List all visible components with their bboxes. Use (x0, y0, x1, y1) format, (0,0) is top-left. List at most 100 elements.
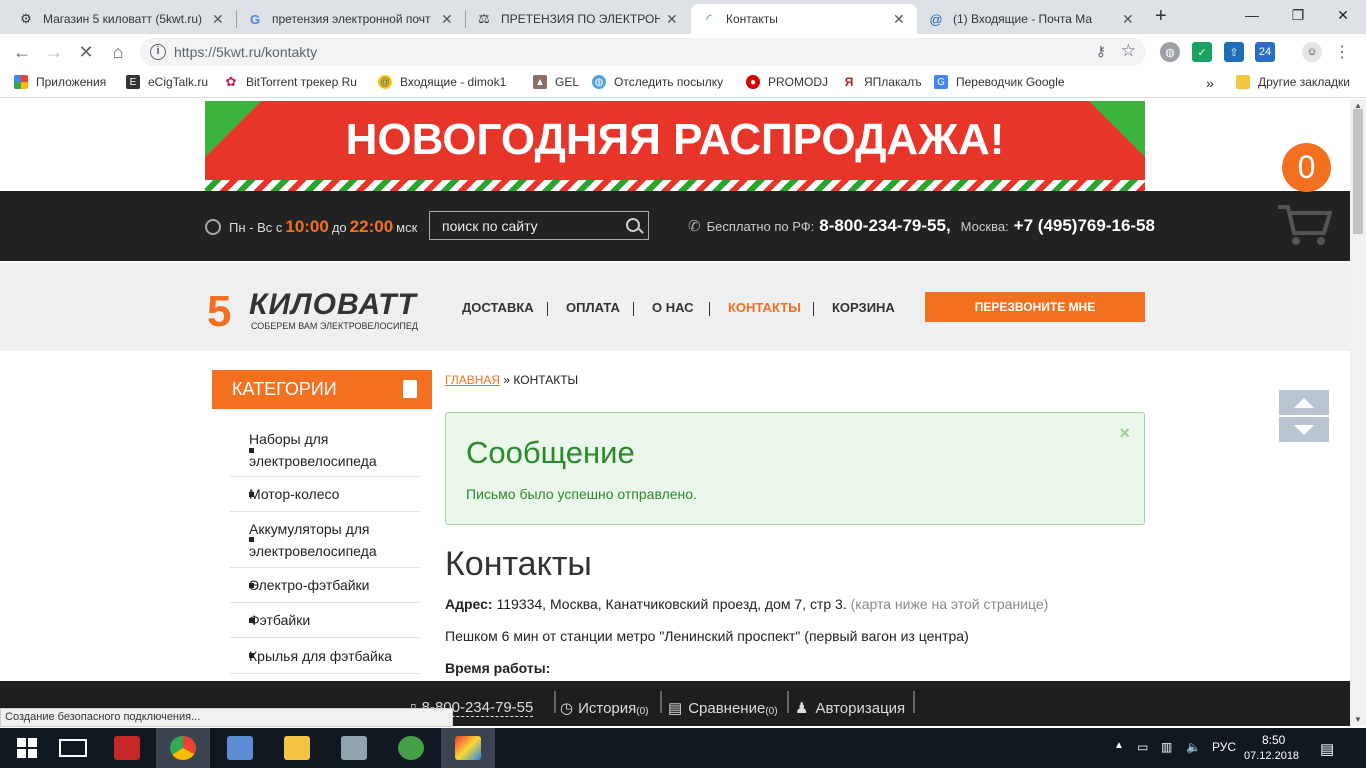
volume-icon[interactable]: 🔈 (1186, 740, 1201, 754)
badge-extension-icon[interactable]: 24 (1255, 42, 1275, 62)
scroll-up-button[interactable] (1279, 390, 1329, 415)
categories-header[interactable]: КАТЕГОРИИ (212, 370, 432, 409)
bookmark-promodj[interactable]: ● PROMODJ (746, 75, 828, 89)
taskbar-app-save[interactable] (100, 728, 154, 768)
nav-delivery[interactable]: ДОСТАВКА (462, 300, 534, 315)
category-item[interactable]: Наборы для электровелосипеда (230, 424, 420, 477)
clock-date[interactable]: 07.12.2018 (1244, 750, 1299, 762)
tab-title: Магазин 5 киловатт (5kwt.ru) (43, 12, 203, 26)
network-icon[interactable]: ▥ (1161, 740, 1172, 754)
stop-button[interactable]: ✕ (70, 34, 102, 70)
info-icon[interactable]: i (150, 44, 166, 60)
taskbar-app-chrome[interactable] (156, 728, 210, 768)
close-tab-icon[interactable]: ✕ (1122, 11, 1136, 28)
address-bar[interactable]: i https://5kwt.ru/kontakty ⚷ ☆ (140, 38, 1146, 66)
site-logo[interactable]: 5 КИЛОВАТТ СОБЕРЕМ ВАМ ЭЛЕКТРОВЕЛОСИПЕД (207, 287, 423, 336)
search-icon[interactable] (626, 218, 640, 232)
close-tab-icon[interactable]: ✕ (212, 11, 226, 28)
taskbar-app-explorer[interactable] (270, 728, 324, 768)
page-title: Контакты (445, 545, 592, 583)
new-tab-button[interactable]: + (1155, 5, 1167, 28)
bookmark-ecigtalk[interactable]: E eCigTalk.ru (126, 75, 208, 89)
moscow-phone-number[interactable]: +7 (495)769-16-58 (1014, 216, 1155, 236)
menu-dots-icon[interactable]: ⋮ (1334, 42, 1350, 62)
breadcrumb-home-link[interactable]: ГЛАВНАЯ (445, 373, 500, 387)
category-item[interactable]: Крылья для фэтбайка (230, 638, 420, 674)
tab-title: ПРЕТЕНЗИЯ ПО ЭЛЕКТРОННО (501, 12, 660, 26)
nav-contacts[interactable]: КОНТАКТЫ (728, 300, 801, 315)
category-item[interactable]: Мотор-колесо (230, 477, 420, 512)
tab-5kwt-shop[interactable]: ⚙ Магазин 5 киловатт (5kwt.ru) ✕ (8, 4, 236, 34)
task-view-button[interactable] (46, 728, 100, 768)
star-icon[interactable]: ☆ (1121, 41, 1136, 61)
minimize-button[interactable]: — (1229, 0, 1275, 30)
globe-extension-icon[interactable]: ◍ (1160, 42, 1180, 62)
tab-google-search[interactable]: G претензия электронной почт ✕ (237, 4, 465, 34)
free-phone-number[interactable]: 8-800-234-79-55, (819, 216, 950, 236)
tab-pretension[interactable]: ⚖ ПРЕТЕНЗИЯ ПО ЭЛЕКТРОННО ✕ (466, 4, 690, 34)
nav-cart[interactable]: КОРЗИНА (832, 300, 895, 315)
callback-button[interactable]: ПЕРЕЗВОНИТЕ МНЕ (925, 292, 1145, 322)
shield-extension-icon[interactable]: ✓ (1192, 42, 1212, 62)
bookmark-bittorrent[interactable]: ✿ BitTorrent трекер Ru (224, 74, 357, 89)
clock-time[interactable]: 8:50 (1262, 733, 1285, 747)
nav-about[interactable]: О НАС (652, 300, 694, 315)
search-input[interactable] (430, 212, 610, 239)
history-link[interactable]: ◷ История (0) (560, 699, 649, 718)
bookmark-gel[interactable]: ▲ GEL (533, 75, 579, 89)
phone-numbers: ✆ Бесплатно по РФ: 8-800-234-79-55, Моск… (688, 216, 1155, 236)
auth-link[interactable]: ♟ Авторизация (795, 699, 905, 718)
category-item[interactable]: Фэтбайки (230, 603, 420, 638)
other-bookmarks[interactable]: Другие закладки (1236, 75, 1350, 89)
language-indicator[interactable]: РУС (1212, 740, 1236, 754)
taskbar-app-globe[interactable] (384, 728, 438, 768)
cart-icon[interactable] (1276, 203, 1332, 247)
tray-expand-icon[interactable]: ▲ (1114, 740, 1124, 751)
category-item[interactable]: Аккумуляторы для электровелосипеда (230, 512, 420, 568)
profile-avatar-icon[interactable]: ☺ (1302, 42, 1322, 62)
close-tab-icon[interactable]: ✕ (893, 11, 907, 28)
back-button[interactable]: ← (6, 34, 38, 70)
key-icon[interactable]: ⚷ (1096, 43, 1106, 60)
close-tab-icon[interactable]: ✕ (666, 11, 680, 28)
scroll-down-button[interactable] (1279, 417, 1329, 442)
battery-icon[interactable]: ▭ (1137, 740, 1148, 754)
nav-payment[interactable]: ОПЛАТА (566, 300, 620, 315)
compare-link[interactable]: ▤ Сравнение (0) (668, 699, 778, 718)
compare-label: Сравнение (688, 699, 766, 717)
bookmark-translate[interactable]: G Переводчик Google (934, 75, 1065, 89)
taskbar-app-paint[interactable] (441, 728, 495, 768)
tab-mail[interactable]: @ (1) Входящие - Почта Ма ✕ (918, 4, 1146, 34)
tab-contacts[interactable]: ◜ Контакты ✕ (691, 4, 917, 34)
taskbar-app-monitor[interactable] (327, 728, 381, 768)
message-close-button[interactable]: × (1119, 423, 1130, 444)
bookmark-inbox[interactable]: @ Входящие - dimok1 (378, 75, 506, 89)
page-viewport: НОВОГОДНЯЯ РАСПРОДАЖА! Пн - Вс с 10:00 д… (0, 99, 1350, 726)
bookmark-yaplakal[interactable]: Я ЯПлакалъ (842, 75, 922, 89)
taskbar-app-computer[interactable] (213, 728, 267, 768)
notifications-icon[interactable]: ▤ (1320, 740, 1334, 758)
bookmark-label: Приложения (36, 75, 107, 89)
close-tab-icon[interactable]: ✕ (441, 11, 455, 28)
scroll-down-arrow-icon[interactable]: ▼ (1354, 715, 1362, 724)
scrollbar-thumb[interactable] (1353, 109, 1363, 234)
message-text: Письмо было успешно отправлено. (466, 486, 697, 502)
page-scrollbar[interactable]: ▲ ▼ (1350, 99, 1366, 726)
close-window-button[interactable]: ✕ (1320, 0, 1366, 30)
cart-count-badge[interactable]: 0 (1282, 143, 1331, 192)
bookmark-track[interactable]: ◍ Отследить посылку (592, 75, 723, 89)
bookmarks-more-button[interactable]: » (1206, 75, 1214, 91)
sale-banner[interactable]: НОВОГОДНЯЯ РАСПРОДАЖА! (205, 101, 1145, 191)
breadcrumb-current: КОНТАКТЫ (513, 373, 579, 387)
history-label: История (578, 699, 637, 717)
home-button[interactable]: ⌂ (102, 34, 134, 70)
forward-button[interactable]: → (38, 34, 70, 70)
restore-button[interactable]: ❐ (1275, 0, 1321, 30)
compare-icon: ▤ (668, 700, 683, 717)
bookmark-label: GEL (555, 75, 580, 89)
category-item[interactable]: Электро-фэтбайки (230, 568, 420, 603)
tab-title: Контакты (726, 12, 778, 26)
computer-icon (227, 736, 253, 760)
bookmark-apps[interactable]: Приложения (14, 75, 106, 89)
upload-extension-icon[interactable]: ⇧ (1224, 42, 1244, 62)
